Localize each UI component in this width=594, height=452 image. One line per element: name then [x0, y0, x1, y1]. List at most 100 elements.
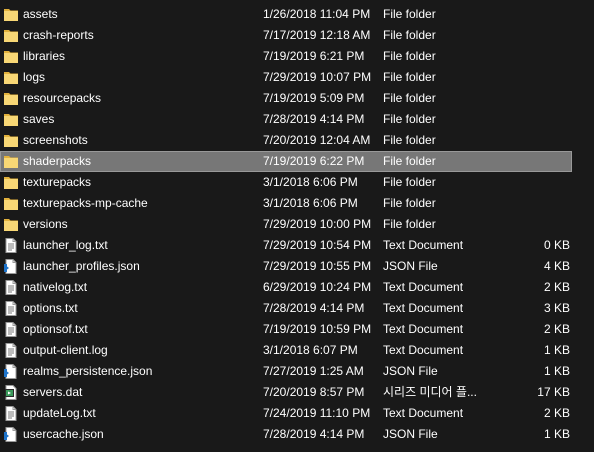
- file-size: 4 KB: [543, 259, 570, 273]
- file-date-modified: 7/29/2019 10:07 PM: [263, 70, 372, 84]
- json-file-icon: [3, 427, 19, 442]
- file-row-nativelog-txt[interactable]: nativelog.txt 6/29/2019 10:24 PM Text Docu…: [0, 277, 594, 298]
- file-date-modified: 7/19/2019 6:22 PM: [263, 154, 365, 168]
- media-file-icon: [3, 385, 19, 400]
- file-name: nativelog.txt: [23, 280, 88, 294]
- file-row-saves[interactable]: saves 7/28/2019 4:14 PM File folder: [0, 109, 594, 130]
- file-type: File folder: [383, 133, 436, 147]
- file-name: shaderpacks: [23, 154, 92, 168]
- file-size: 1 KB: [543, 343, 570, 357]
- file-row-texturepacks-mp-cache[interactable]: texturepacks-mp-cache 3/1/2018 6:06 PM Fil…: [0, 193, 594, 214]
- file-date-modified: 3/1/2018 6:06 PM: [263, 196, 358, 210]
- file-type: File folder: [383, 112, 436, 126]
- file-name: crash-reports: [23, 28, 94, 42]
- folder-icon: [3, 133, 19, 148]
- file-name: launcher_log.txt: [23, 238, 108, 252]
- file-row-assets[interactable]: assets 1/26/2018 11:04 PM File folder: [0, 4, 594, 25]
- file-row-libraries[interactable]: libraries 7/19/2019 6:21 PM File folder: [0, 46, 594, 67]
- file-row-options-txt[interactable]: options.txt 7/28/2019 4:14 PM Text Documen…: [0, 298, 594, 319]
- file-size: 3 KB: [543, 301, 570, 315]
- file-date-modified: 7/17/2019 12:18 AM: [263, 28, 371, 42]
- file-type: Text Document: [383, 343, 464, 357]
- folder-icon: [3, 91, 19, 106]
- folder-icon: [3, 7, 19, 22]
- file-date-modified: 7/28/2019 4:14 PM: [263, 427, 365, 441]
- file-date-modified: 7/19/2019 6:21 PM: [263, 49, 365, 63]
- folder-icon: [3, 196, 19, 211]
- folder-icon: [3, 28, 19, 43]
- file-date-modified: 7/20/2019 12:04 AM: [263, 133, 371, 147]
- file-row-logs[interactable]: logs 7/29/2019 10:07 PM File folder: [0, 67, 594, 88]
- folder-icon: [3, 49, 19, 64]
- text-document-icon: [3, 343, 19, 358]
- json-file-icon: [3, 364, 19, 379]
- text-document-icon: [3, 301, 19, 316]
- text-document-icon: [3, 406, 19, 421]
- file-name: optionsof.txt: [23, 322, 88, 336]
- file-type: File folder: [383, 154, 436, 168]
- file-date-modified: 7/19/2019 5:09 PM: [263, 91, 365, 105]
- file-row-launcher-log-txt[interactable]: launcher_log.txt 7/29/2019 10:54 PM Text D…: [0, 235, 594, 256]
- folder-icon: [3, 175, 19, 190]
- json-file-icon: [3, 259, 19, 274]
- file-name: texturepacks-mp-cache: [23, 196, 148, 210]
- file-type: JSON File: [383, 364, 438, 378]
- file-type: Text Document: [383, 322, 464, 336]
- file-name: texturepacks: [23, 175, 92, 189]
- file-name: resourcepacks: [23, 91, 102, 105]
- file-name: libraries: [23, 49, 66, 63]
- file-name: realms_persistence.json: [23, 364, 153, 378]
- file-name: usercache.json: [23, 427, 104, 441]
- file-size: 0 KB: [543, 238, 570, 252]
- file-date-modified: 1/26/2018 11:04 PM: [263, 7, 371, 21]
- text-document-icon: [3, 280, 19, 295]
- file-row-launcher-profiles-json[interactable]: launcher_profiles.json 7/29/2019 10:55 PM…: [0, 256, 594, 277]
- file-date-modified: 6/29/2019 10:24 PM: [263, 280, 372, 294]
- file-size: 1 KB: [543, 364, 570, 378]
- file-size: 2 KB: [543, 322, 570, 336]
- file-date-modified: 7/24/2019 11:10 PM: [263, 406, 371, 420]
- file-row-usercache-json[interactable]: usercache.json 7/28/2019 4:14 PM JSON File…: [0, 424, 594, 445]
- file-type: File folder: [383, 7, 436, 21]
- file-type: File folder: [383, 196, 436, 210]
- file-type: File folder: [383, 91, 436, 105]
- file-type: JSON File: [383, 259, 438, 273]
- file-row-resourcepacks[interactable]: resourcepacks 7/19/2019 5:09 PM File folde…: [0, 88, 594, 109]
- file-type: JSON File: [383, 427, 438, 441]
- file-date-modified: 3/1/2018 6:06 PM: [263, 175, 358, 189]
- folder-icon: [3, 112, 19, 127]
- file-date-modified: 7/20/2019 8:57 PM: [263, 385, 365, 399]
- file-name: versions: [23, 217, 68, 231]
- file-row-versions[interactable]: versions 7/29/2019 10:00 PM File folder: [0, 214, 594, 235]
- file-row-shaderpacks[interactable]: shaderpacks 7/19/2019 6:22 PM File folder: [0, 151, 572, 172]
- file-name: servers.dat: [23, 385, 83, 399]
- file-type: 시리즈 미디어 플...: [383, 385, 477, 399]
- file-type: File folder: [383, 70, 436, 84]
- file-date-modified: 7/29/2019 10:55 PM: [263, 259, 372, 273]
- file-name: logs: [23, 70, 46, 84]
- file-row-screenshots[interactable]: screenshots 7/20/2019 12:04 AM File folder: [0, 130, 594, 151]
- folder-icon: [3, 154, 19, 169]
- file-row-crash-reports[interactable]: crash-reports 7/17/2019 12:18 AM File fold…: [0, 25, 594, 46]
- file-type: Text Document: [383, 238, 464, 252]
- file-type: Text Document: [383, 301, 464, 315]
- file-row-output-client-log[interactable]: output-client.log 3/1/2018 6:07 PM Text Do…: [0, 340, 594, 361]
- folder-icon: [3, 217, 19, 232]
- file-date-modified: 3/1/2018 6:07 PM: [263, 343, 358, 357]
- file-row-realms-persistence-json[interactable]: realms_persistence.json 7/27/2019 1:25 AM…: [0, 361, 594, 382]
- file-row-updatelog-txt[interactable]: updateLog.txt 7/24/2019 11:10 PM Text Docu…: [0, 403, 594, 424]
- file-type: File folder: [383, 217, 436, 231]
- file-type: File folder: [383, 28, 436, 42]
- file-name: options.txt: [23, 301, 78, 315]
- file-type: File folder: [383, 175, 436, 189]
- file-size: 1 KB: [543, 427, 570, 441]
- file-row-servers-dat[interactable]: servers.dat 7/20/2019 8:57 PM 시리즈 미디어 플...…: [0, 382, 594, 403]
- text-document-icon: [3, 322, 19, 337]
- file-date-modified: 7/27/2019 1:25 AM: [263, 364, 364, 378]
- file-row-optionsof-txt[interactable]: optionsof.txt 7/19/2019 10:59 PM Text Docu…: [0, 319, 594, 340]
- file-date-modified: 7/28/2019 4:14 PM: [263, 112, 365, 126]
- file-row-texturepacks[interactable]: texturepacks 3/1/2018 6:06 PM File folder: [0, 172, 594, 193]
- file-type: File folder: [383, 49, 436, 63]
- file-list: assets 1/26/2018 11:04 PM File folder crash…: [0, 4, 594, 445]
- file-name: saves: [23, 112, 55, 126]
